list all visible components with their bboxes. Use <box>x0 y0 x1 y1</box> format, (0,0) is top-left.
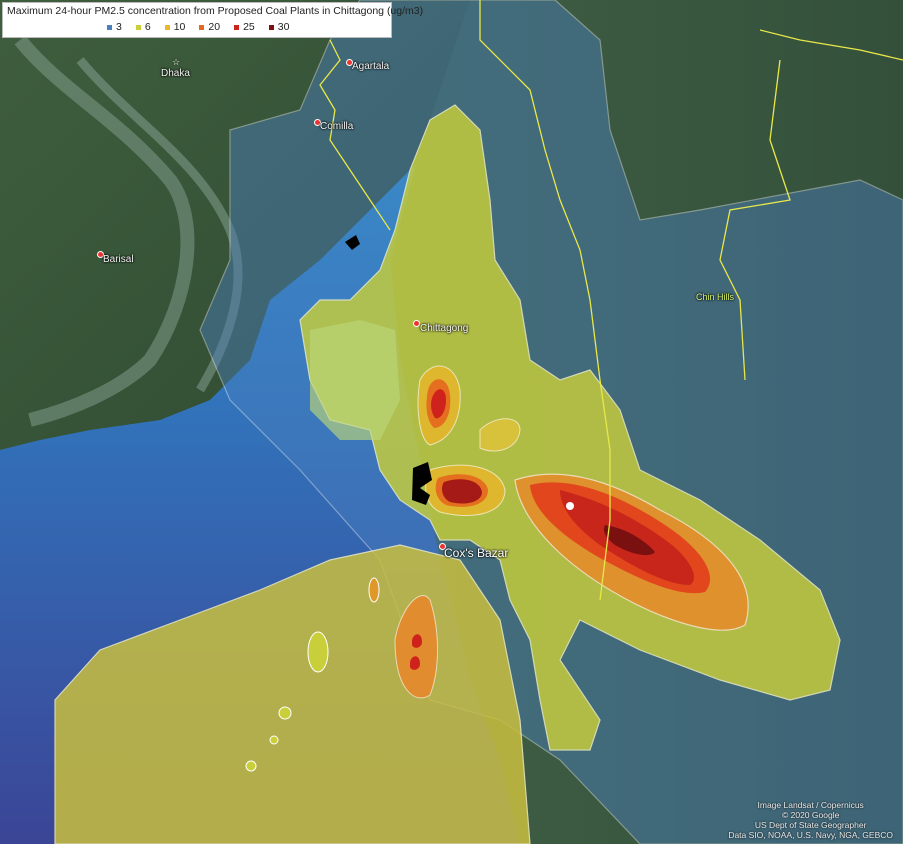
attribution-line: © 2020 Google <box>782 810 840 820</box>
place-agartala[interactable]: Agartala <box>352 61 389 72</box>
legend-label: 6 <box>144 21 151 33</box>
capital-star-icon: ☆ <box>172 57 181 67</box>
contour-6-west-lobe <box>310 320 400 440</box>
map-svg <box>0 0 903 844</box>
legend-swatch <box>107 25 112 30</box>
blob-1 <box>307 631 329 673</box>
place-marker-icon <box>413 320 420 327</box>
legend-item: 30 <box>268 21 290 34</box>
legend-item: 25 <box>234 21 255 34</box>
map-canvas[interactable]: Maximum 24-hour PM2.5 concentration from… <box>0 0 903 844</box>
attribution-line: Image Landsat / Copernicus <box>757 800 864 810</box>
legend-swatch <box>135 25 141 30</box>
legend-item: 3 <box>107 21 122 34</box>
map-legend: Maximum 24-hour PM2.5 concentration from… <box>2 2 424 38</box>
legend-label: 30 <box>277 21 290 33</box>
legend-item: 20 <box>199 21 220 34</box>
place-chin-hills[interactable]: Chin Hills <box>696 292 734 302</box>
legend-item: 10 <box>164 21 186 34</box>
blob-2 <box>278 706 292 720</box>
blob-3 <box>269 735 279 745</box>
place-barisal[interactable]: Barisal <box>103 254 134 265</box>
legend-label: 3 <box>116 21 122 33</box>
legend-items: 3 6 10 20 25 30 <box>7 21 387 34</box>
legend-swatch <box>268 25 274 30</box>
map-attribution: Image Landsat / Copernicus © 2020 Google… <box>728 800 893 840</box>
attribution-line: Data SIO, NOAA, U.S. Navy, NGA, GEBCO <box>728 830 893 840</box>
legend-label: 20 <box>208 21 221 33</box>
legend-swatch <box>234 25 240 30</box>
contour-30-dot <box>566 502 574 510</box>
legend-item: 6 <box>135 21 151 34</box>
legend-swatch <box>199 25 205 30</box>
place-comilla[interactable]: Comilla <box>320 121 353 132</box>
blob-5 <box>368 577 380 603</box>
legend-label: 25 <box>243 21 255 33</box>
place-coxs-bazar[interactable]: Cox's Bazar <box>444 546 508 560</box>
attribution-line: US Dept of State Geographer <box>754 820 867 830</box>
blob-4 <box>245 760 257 772</box>
legend-label: 10 <box>173 21 186 33</box>
place-dhaka[interactable]: Dhaka <box>161 68 190 79</box>
legend-title: Maximum 24-hour PM2.5 concentration from… <box>7 5 424 17</box>
place-chittagong[interactable]: Chittagong <box>420 323 468 334</box>
legend-swatch <box>164 25 170 30</box>
